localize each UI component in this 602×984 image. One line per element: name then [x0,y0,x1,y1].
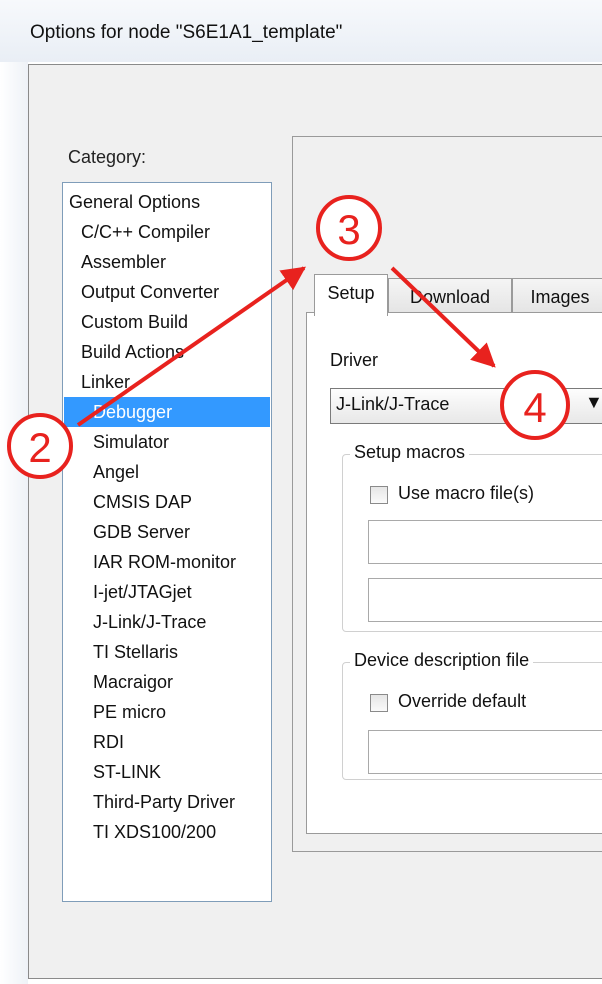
category-item-linker[interactable]: Linker [81,367,130,397]
category-item-st-link[interactable]: ST-LINK [93,757,161,787]
driver-label: Driver [330,350,378,370]
background-strip [0,0,28,984]
device-description-input[interactable] [368,730,602,774]
category-item-assembler[interactable]: Assembler [81,247,166,277]
driver-value: J-Link/J-Trace [336,394,450,414]
category-item-ti-stellaris[interactable]: TI Stellaris [93,637,178,667]
category-item-cmsis-dap[interactable]: CMSIS DAP [93,487,192,517]
category-item-gdb-server[interactable]: GDB Server [93,517,190,547]
device-description-legend: Device description file [350,650,534,671]
category-item-debugger[interactable]: Debugger [64,397,270,427]
category-item-output-converter[interactable]: Output Converter [81,277,219,307]
window-title: Options for node "S6E1A1_template" [30,22,343,43]
category-item-third-party-driver[interactable]: Third-Party Driver [93,787,235,817]
triangle-down-icon[interactable]: ▼ [585,392,602,413]
category-item-build-actions[interactable]: Build Actions [81,337,184,367]
tab-setup[interactable]: Setup [314,274,388,316]
category-item-iar-rom-monitor[interactable]: IAR ROM-monitor [93,547,236,577]
category-item-angel[interactable]: Angel [93,457,139,487]
title-bar: Options for node "S6E1A1_template" [0,0,602,62]
override-default-checkbox[interactable] [370,694,388,712]
macro-file-input-1[interactable] [368,520,602,564]
use-macro-label: Use macro file(s) [398,483,535,503]
category-item-pe-micro[interactable]: PE micro [93,697,166,727]
tab-images[interactable]: Images [512,278,602,316]
category-item-custom-build[interactable]: Custom Build [81,307,188,337]
category-item-general-options[interactable]: General Options [69,187,200,217]
category-item-jlink-jtrace[interactable]: J-Link/J-Trace [93,607,206,637]
category-label: Category: [68,147,147,167]
category-item-compiler[interactable]: C/C++ Compiler [81,217,210,247]
category-item-simulator[interactable]: Simulator [93,427,169,457]
use-macro-checkbox[interactable] [370,486,388,504]
category-item-macraigor[interactable]: Macraigor [93,667,173,697]
category-item-ijet-jtagjet[interactable]: I-jet/JTAGjet [93,577,192,607]
override-default-label: Override default [398,691,527,711]
category-item-rdi[interactable]: RDI [93,727,124,757]
setup-macros-legend: Setup macros [350,442,470,463]
category-list[interactable]: General Options C/C++ Compiler Assembler… [62,182,272,902]
tab-download[interactable]: Download [388,278,512,316]
category-item-ti-xds[interactable]: TI XDS100/200 [93,817,216,847]
macro-file-input-2[interactable] [368,578,602,622]
